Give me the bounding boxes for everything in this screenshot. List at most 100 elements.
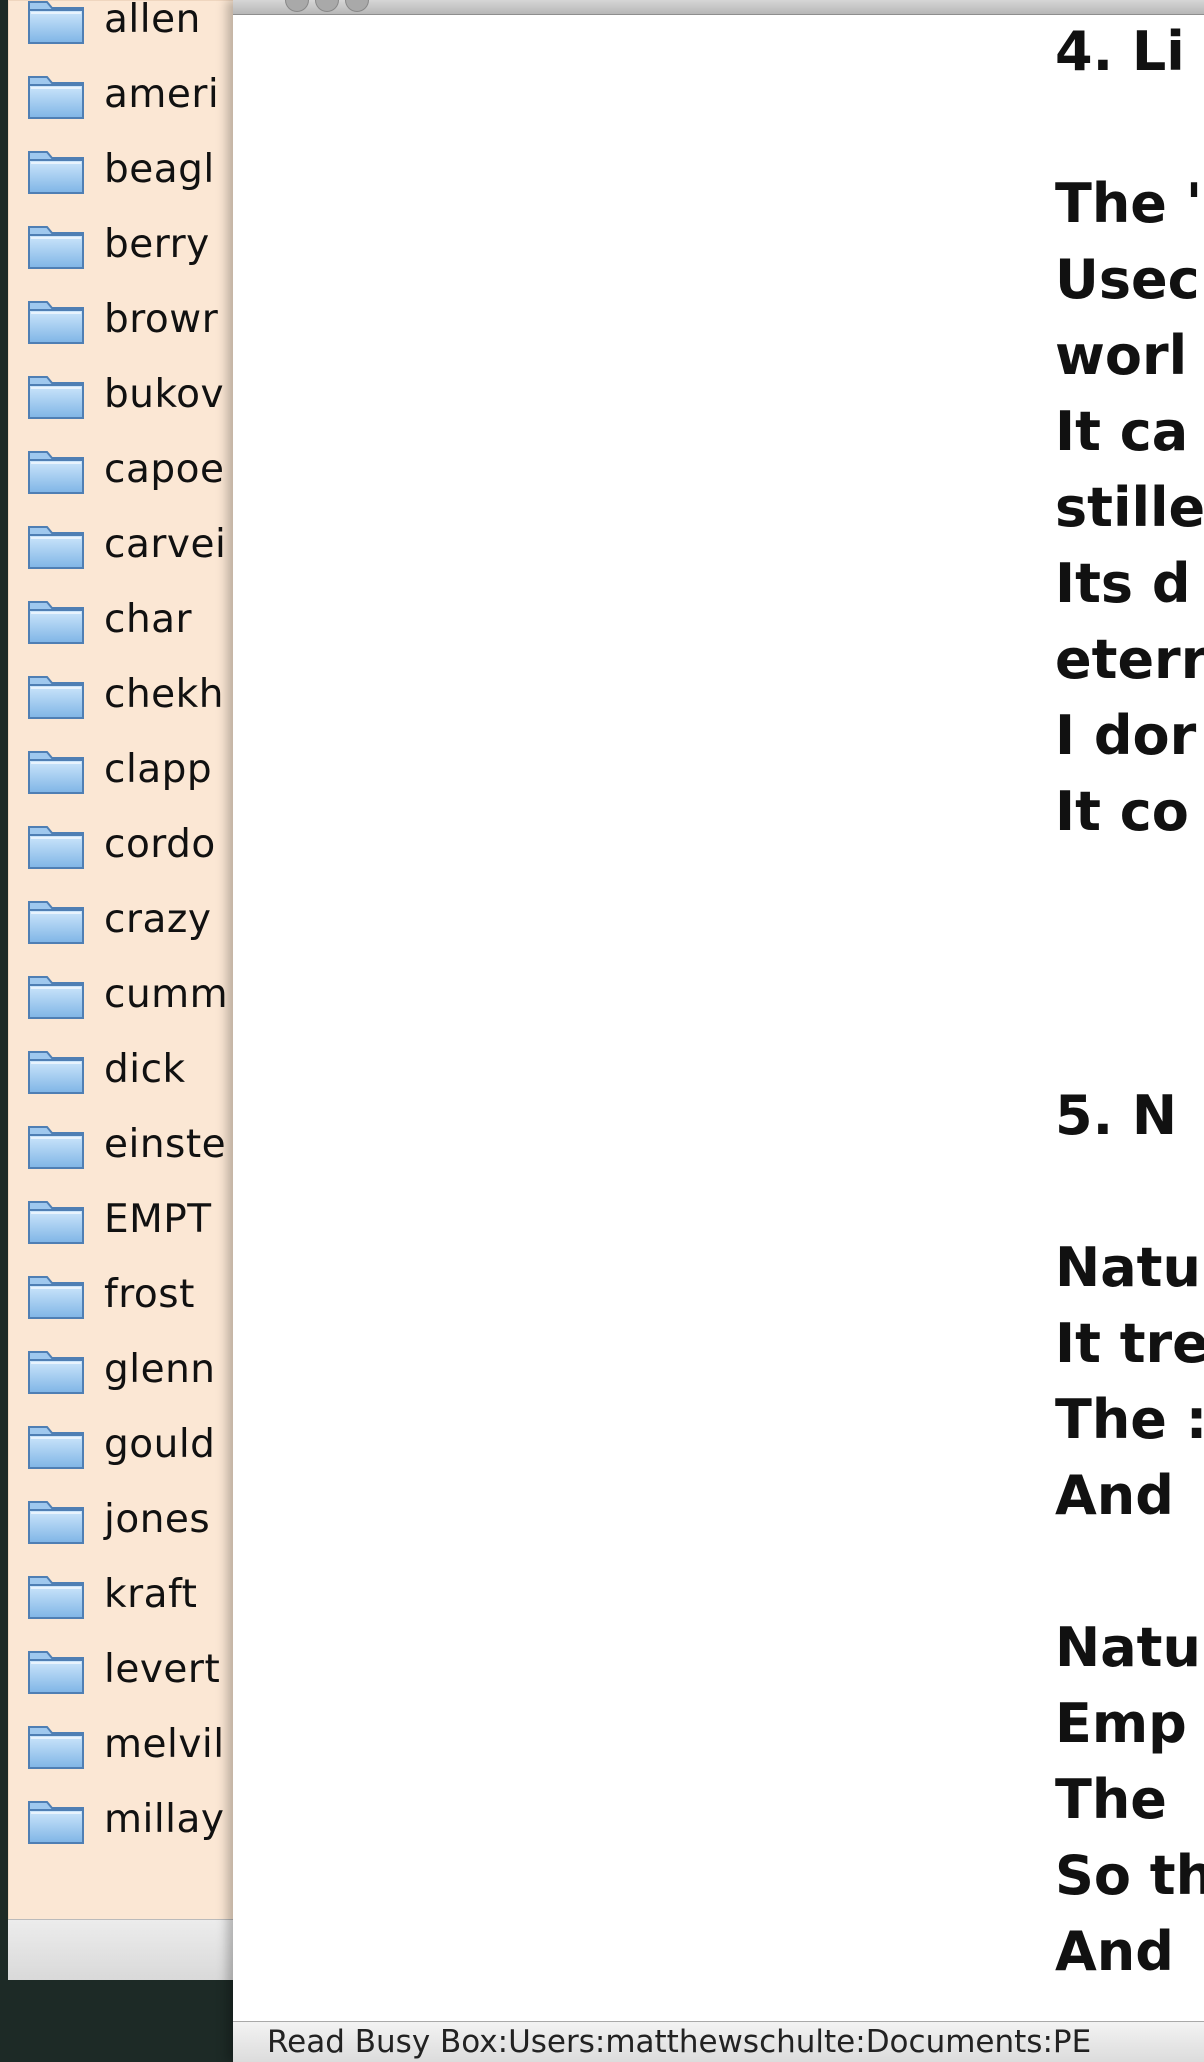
folder-list: allen ameri beagl berry browr bukov capoe carve… <box>8 0 228 1857</box>
folder-item[interactable]: melvil <box>8 1707 228 1782</box>
document-text-area[interactable]: 4. Li The ' Usec worl It ca stille Its d eterr I… <box>1055 14 1204 1990</box>
folder-name: ameri <box>104 72 220 117</box>
folder-name: beagl <box>104 147 215 192</box>
folder-name: millay <box>104 1797 225 1842</box>
folder-name: einste <box>104 1122 227 1167</box>
folder-item[interactable]: millay <box>8 1782 228 1857</box>
document-line: The <box>1055 1768 1167 1831</box>
folder-icon <box>28 300 84 344</box>
folder-item[interactable]: allen <box>8 0 228 57</box>
folder-item[interactable]: beagl <box>8 132 228 207</box>
document-line: worl <box>1055 324 1188 387</box>
document-line: eterr <box>1055 628 1204 691</box>
document-line: Natu <box>1055 1236 1201 1299</box>
folder-item[interactable]: chekh <box>8 657 228 732</box>
folder-name: cordo <box>104 822 216 867</box>
folder-name: crazy <box>104 897 212 942</box>
document-line: stille <box>1055 476 1204 539</box>
zoom-window-icon[interactable] <box>345 0 369 12</box>
sidebar-footer <box>8 1919 243 1980</box>
folder-icon <box>28 1275 84 1319</box>
document-line: It ca <box>1055 400 1189 463</box>
folder-icon <box>28 675 84 719</box>
document-line <box>1055 90 1204 166</box>
folder-icon <box>28 1575 84 1619</box>
folder-name: cumm <box>104 972 229 1017</box>
document-line: So th <box>1055 1844 1204 1907</box>
folder-icon <box>28 150 84 194</box>
folder-icon <box>28 75 84 119</box>
window-title-bar[interactable] <box>233 0 1204 15</box>
document-line: The : <box>1055 1388 1204 1451</box>
folder-item[interactable]: gould <box>8 1407 228 1482</box>
folder-item[interactable]: ameri <box>8 57 228 132</box>
status-bar: Read Busy Box:Users:matthewschulte:Docum… <box>233 2021 1204 2062</box>
folder-name: berry <box>104 222 210 267</box>
folder-item[interactable]: einste <box>8 1107 228 1182</box>
folder-item[interactable]: char <box>8 582 228 657</box>
folder-item[interactable]: kraft <box>8 1557 228 1632</box>
folder-name: dick <box>104 1047 186 1092</box>
folder-item[interactable]: cordo <box>8 807 228 882</box>
document-line: Emp <box>1055 1692 1187 1755</box>
folder-name: glenn <box>104 1347 216 1392</box>
folder-icon <box>28 1125 84 1169</box>
document-line: I dor <box>1055 704 1197 767</box>
folder-icon <box>28 1650 84 1694</box>
folder-item[interactable]: crazy <box>8 882 228 957</box>
folder-icon <box>28 375 84 419</box>
document-line <box>1055 1534 1204 1610</box>
folder-icon <box>28 1500 84 1544</box>
document-line: It tre <box>1055 1312 1204 1375</box>
document-line: Usec <box>1055 248 1200 311</box>
folder-item[interactable]: cumm <box>8 957 228 1032</box>
folder-icon <box>28 1200 84 1244</box>
folder-name: allen <box>104 0 201 42</box>
document-line: And <box>1055 1920 1174 1983</box>
folder-item[interactable]: EMPT <box>8 1182 228 1257</box>
document-line: It co <box>1055 780 1189 843</box>
folder-sidebar: allen ameri beagl berry browr bukov capoe carve… <box>8 0 244 1980</box>
folder-icon <box>28 1350 84 1394</box>
folder-icon <box>28 1800 84 1844</box>
folder-icon <box>28 750 84 794</box>
folder-icon <box>28 450 84 494</box>
folder-icon <box>28 975 84 1019</box>
folder-item[interactable]: clapp <box>8 732 228 807</box>
folder-name: char <box>104 597 193 642</box>
folder-name: bukov <box>104 372 225 417</box>
document-line <box>1055 1154 1204 1230</box>
folder-icon <box>28 825 84 869</box>
folder-name: capoe <box>104 447 225 492</box>
folder-icon <box>28 1425 84 1469</box>
folder-item[interactable]: frost <box>8 1257 228 1332</box>
folder-item[interactable]: browr <box>8 282 228 357</box>
folder-icon <box>28 0 84 44</box>
folder-item[interactable]: dick <box>8 1032 228 1107</box>
folder-icon <box>28 900 84 944</box>
folder-icon <box>28 225 84 269</box>
folder-icon <box>28 525 84 569</box>
document-line: And <box>1055 1464 1174 1527</box>
folder-icon <box>28 600 84 644</box>
minimize-window-icon[interactable] <box>315 0 339 12</box>
folder-item[interactable]: jones <box>8 1482 228 1557</box>
folder-name: EMPT <box>104 1197 212 1242</box>
folder-item[interactable]: berry <box>8 207 228 282</box>
document-line: 4. Li <box>1055 20 1185 83</box>
folder-name: melvil <box>104 1722 225 1767</box>
folder-item[interactable]: capoe <box>8 432 228 507</box>
folder-item[interactable]: carvei <box>8 507 228 582</box>
folder-name: jones <box>104 1497 211 1542</box>
folder-name: chekh <box>104 672 224 717</box>
document-window: 4. Li The ' Usec worl It ca stille Its d eterr I… <box>233 0 1204 2062</box>
document-line <box>1055 1002 1204 1078</box>
close-window-icon[interactable] <box>285 0 309 12</box>
folder-name: clapp <box>104 747 213 792</box>
folder-name: levert <box>104 1647 221 1692</box>
folder-item[interactable]: glenn <box>8 1332 228 1407</box>
document-line: Its d <box>1055 552 1191 615</box>
folder-name: frost <box>104 1272 195 1317</box>
folder-item[interactable]: bukov <box>8 357 228 432</box>
folder-item[interactable]: levert <box>8 1632 228 1707</box>
